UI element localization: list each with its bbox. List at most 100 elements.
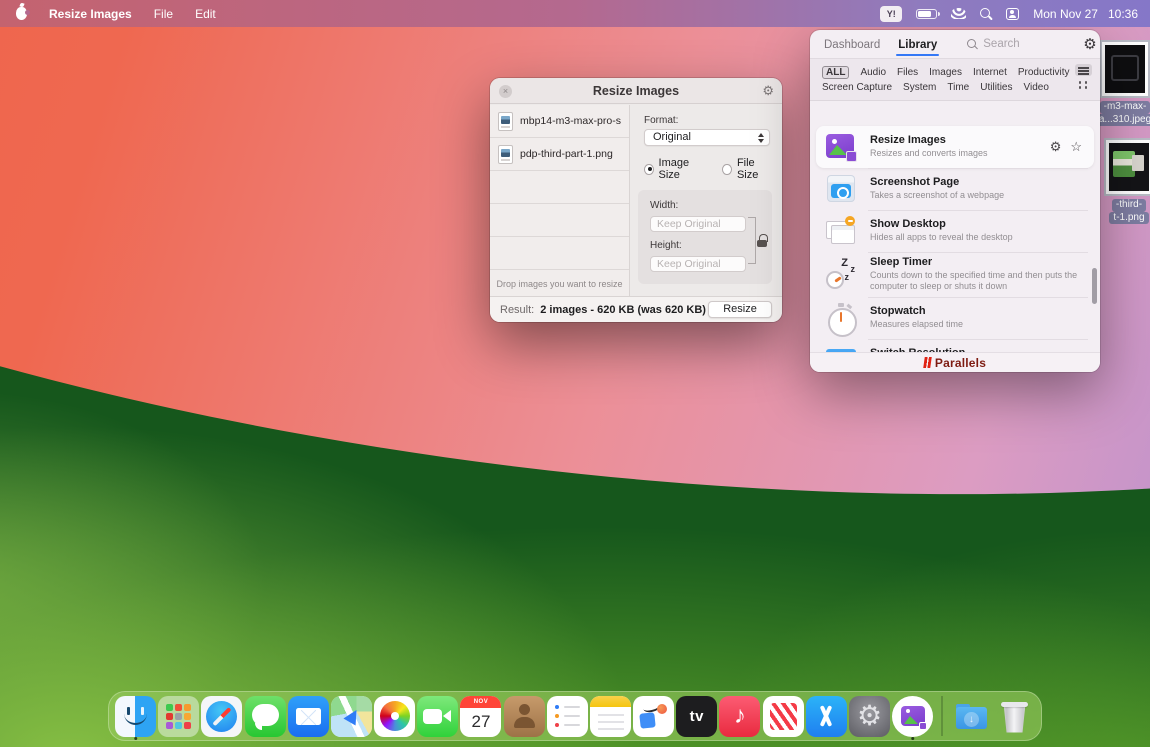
tool-row-sleep-timer[interactable]: Sleep Timer Counts down to the specified… (816, 252, 1094, 297)
dock-news[interactable] (762, 691, 805, 741)
app-menu-title[interactable]: Resize Images (49, 7, 132, 21)
dimensions-group: Width: Height: (638, 190, 772, 284)
category-utilities[interactable]: Utilities (980, 82, 1012, 93)
dock-mail[interactable] (287, 691, 330, 741)
app-store-icon (806, 696, 847, 737)
toolbox-settings-gear-icon[interactable]: ⚙ (1083, 35, 1096, 53)
search-icon (967, 39, 978, 50)
dock-reminders[interactable] (546, 691, 589, 741)
tool-row-switch-resolution[interactable]: Switch Resolution Quickly switches displ… (816, 339, 1094, 353)
dock-safari[interactable] (200, 691, 243, 741)
file-size-radio[interactable]: File Size (722, 157, 772, 181)
dock-apple-tv[interactable]: tv (675, 691, 718, 741)
search-input[interactable] (983, 38, 1083, 50)
dock-downloads[interactable]: ↓ (950, 691, 993, 741)
maps-icon (331, 696, 372, 737)
desktop-root: -m3-max-a...310.jpeg -third-t-1.png Resi… (0, 0, 1150, 747)
tool-title: Sleep Timer (870, 256, 1084, 268)
dock-resize-images[interactable] (891, 691, 934, 741)
resize-images-app-icon (892, 696, 933, 737)
image-size-radio[interactable]: Image Size (644, 157, 704, 181)
dock-launchpad[interactable] (157, 691, 200, 741)
category-system[interactable]: System (903, 82, 936, 93)
dock-photos[interactable] (373, 691, 416, 741)
apple-menu-icon[interactable] (16, 7, 27, 20)
category-time[interactable]: Time (947, 82, 969, 93)
window-titlebar[interactable]: × Resize Images ⚙ (490, 78, 782, 104)
dock-messages[interactable] (244, 691, 287, 741)
resize-images-window: × Resize Images ⚙ mbp14-m3-max-pro-sp...… (490, 78, 782, 322)
category-internet[interactable]: Internet (973, 67, 1007, 78)
menu-file[interactable]: File (154, 7, 173, 21)
grid-view-icon[interactable] (1078, 80, 1090, 90)
result-value: 2 images - 620 KB (was 620 KB) (540, 304, 706, 316)
category-screen-capture[interactable]: Screen Capture (822, 82, 892, 93)
dock-separator (941, 696, 943, 736)
tool-row-screenshot-page[interactable]: Screenshot Page Takes a screenshot of a … (816, 168, 1094, 210)
height-input[interactable] (650, 256, 746, 272)
menu-edit[interactable]: Edit (195, 7, 216, 21)
dock-freeform[interactable] (632, 691, 675, 741)
dock-finder[interactable] (114, 691, 157, 741)
file-row[interactable]: pdp-third-part-1.png (490, 138, 629, 171)
desktop-file-jpeg[interactable]: -m3-max-a...310.jpeg (1096, 40, 1150, 126)
tool-subtitle: Hides all apps to reveal the desktop (870, 232, 1084, 243)
tool-gear-icon[interactable]: ⚙ (1050, 139, 1062, 155)
image-file-icon (498, 112, 513, 131)
tool-star-icon[interactable]: ☆ (1070, 139, 1082, 155)
news-icon (763, 696, 804, 737)
tool-row-resize-images[interactable]: Resize Images Resizes and converts image… (816, 126, 1094, 168)
facetime-icon (417, 696, 458, 737)
wifi-icon[interactable] (951, 8, 966, 19)
menu-time: 10:36 (1108, 7, 1138, 21)
battery-icon[interactable] (916, 9, 937, 19)
dock-music[interactable] (718, 691, 761, 741)
format-label: Format: (644, 115, 772, 126)
category-audio[interactable]: Audio (860, 67, 886, 78)
dock-facetime[interactable] (416, 691, 459, 741)
notes-icon (590, 696, 631, 737)
tab-dashboard[interactable]: Dashboard (824, 33, 880, 56)
downloads-folder-icon: ↓ (951, 696, 992, 737)
dock-contacts[interactable] (503, 691, 546, 741)
category-productivity[interactable]: Productivity (1018, 67, 1070, 78)
contacts-icon (504, 696, 545, 737)
width-input[interactable] (650, 216, 746, 232)
mail-icon (288, 696, 329, 737)
menu-clock[interactable]: Mon Nov 27 10:36 (1033, 7, 1138, 21)
running-indicator (911, 737, 915, 741)
category-files[interactable]: Files (897, 67, 918, 78)
dock-notes[interactable] (589, 691, 632, 741)
tool-row-stopwatch[interactable]: Stopwatch Measures elapsed time (816, 297, 1094, 339)
dock-calendar[interactable]: NOV 27 (459, 691, 502, 741)
scrollbar-thumb[interactable] (1092, 268, 1097, 304)
parallels-brand-text: Parallels (935, 356, 986, 370)
user-switch-icon[interactable] (1006, 8, 1019, 20)
tool-row-show-desktop[interactable]: Show Desktop Hides all apps to reveal th… (816, 210, 1094, 252)
dock-trash[interactable] (993, 691, 1036, 741)
category-video[interactable]: Video (1023, 82, 1048, 93)
file-row[interactable]: mbp14-m3-max-pro-sp... (490, 105, 629, 138)
toolbox-search[interactable] (967, 38, 1083, 50)
dock-maps[interactable] (330, 691, 373, 741)
png-thumbnail (1104, 138, 1150, 196)
dock-system-settings[interactable] (848, 691, 891, 741)
desktop-file-png[interactable]: -third-t-1.png (1100, 138, 1150, 224)
file-name: pdp-third-part-1.png (520, 148, 613, 160)
search-icon[interactable] (980, 8, 992, 20)
close-button[interactable]: × (499, 85, 512, 98)
show-desktop-tool-icon (824, 214, 858, 248)
parallels-logo-icon (923, 357, 932, 368)
list-view-icon[interactable] (1075, 64, 1092, 76)
parallels-toolbox-menu-icon[interactable]: Y! (880, 6, 902, 22)
lock-icon[interactable] (757, 234, 767, 247)
resize-button[interactable]: Resize (708, 301, 772, 318)
format-dropdown[interactable]: Original (644, 129, 770, 146)
window-settings-gear-icon[interactable]: ⚙ (762, 83, 774, 99)
tool-subtitle: Measures elapsed time (870, 319, 1084, 330)
tab-library[interactable]: Library (898, 33, 937, 56)
dock-app-store[interactable] (805, 691, 848, 741)
category-all[interactable]: ALL (822, 66, 849, 79)
category-images[interactable]: Images (929, 67, 962, 78)
jpeg-thumbnail (1100, 40, 1150, 98)
